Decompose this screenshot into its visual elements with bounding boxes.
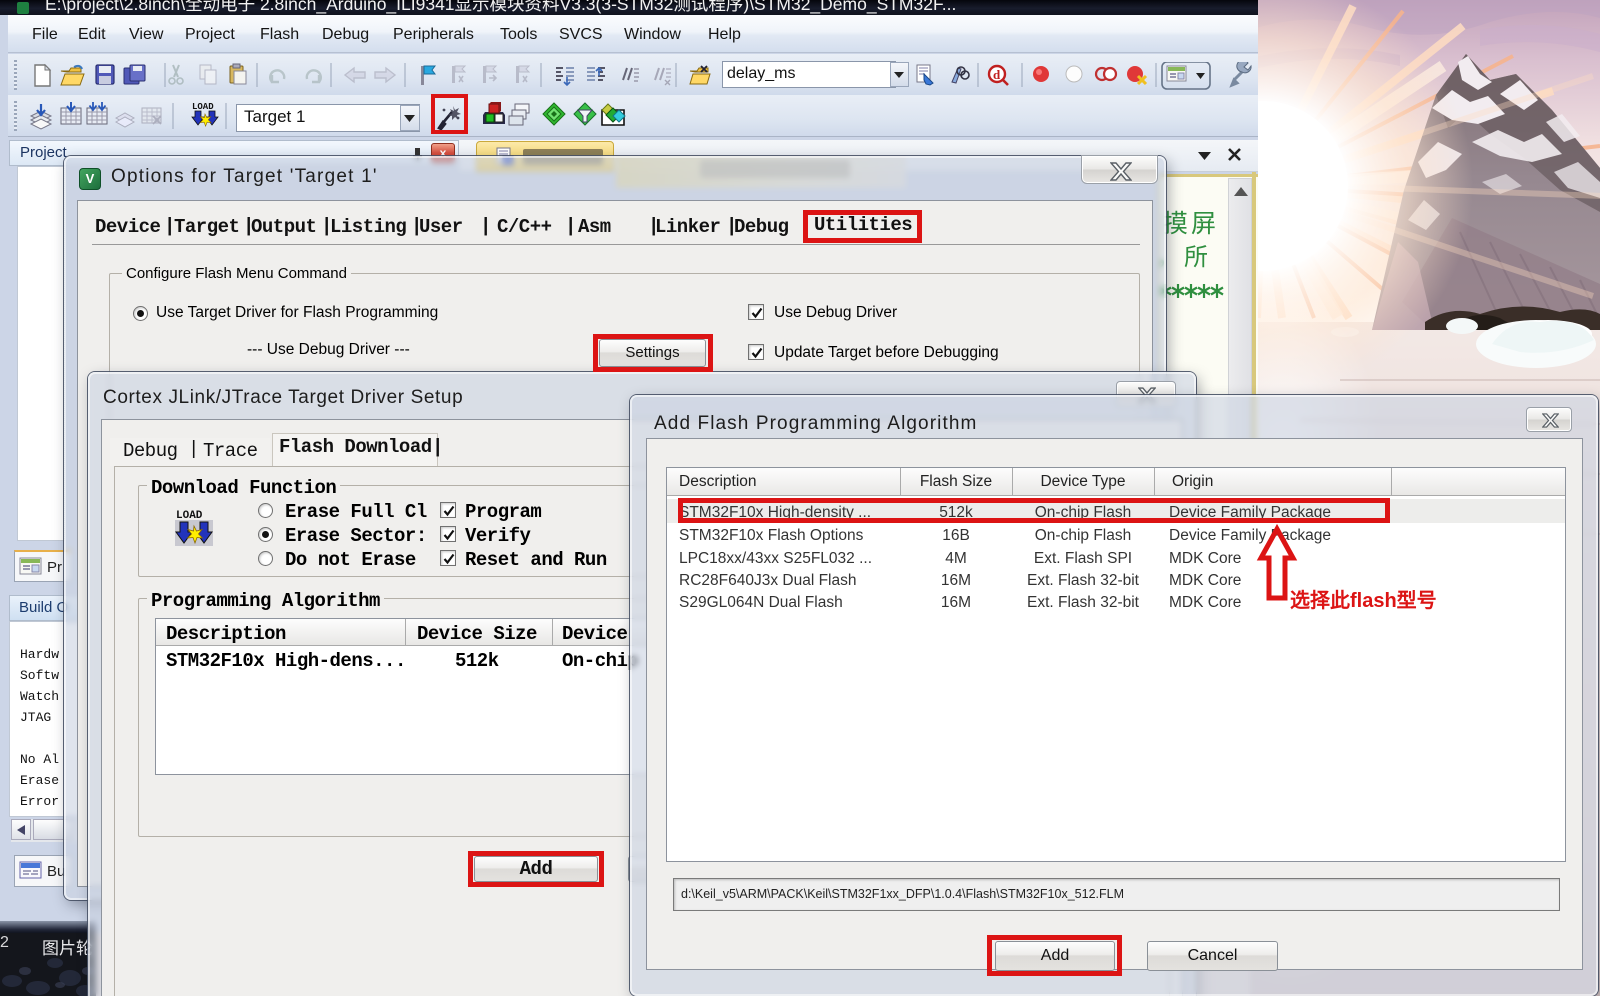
svg-text:LOAD: LOAD bbox=[176, 510, 203, 522]
svg-text:LOAD: LOAD bbox=[192, 102, 214, 112]
svg-text:d: d bbox=[993, 67, 1001, 82]
